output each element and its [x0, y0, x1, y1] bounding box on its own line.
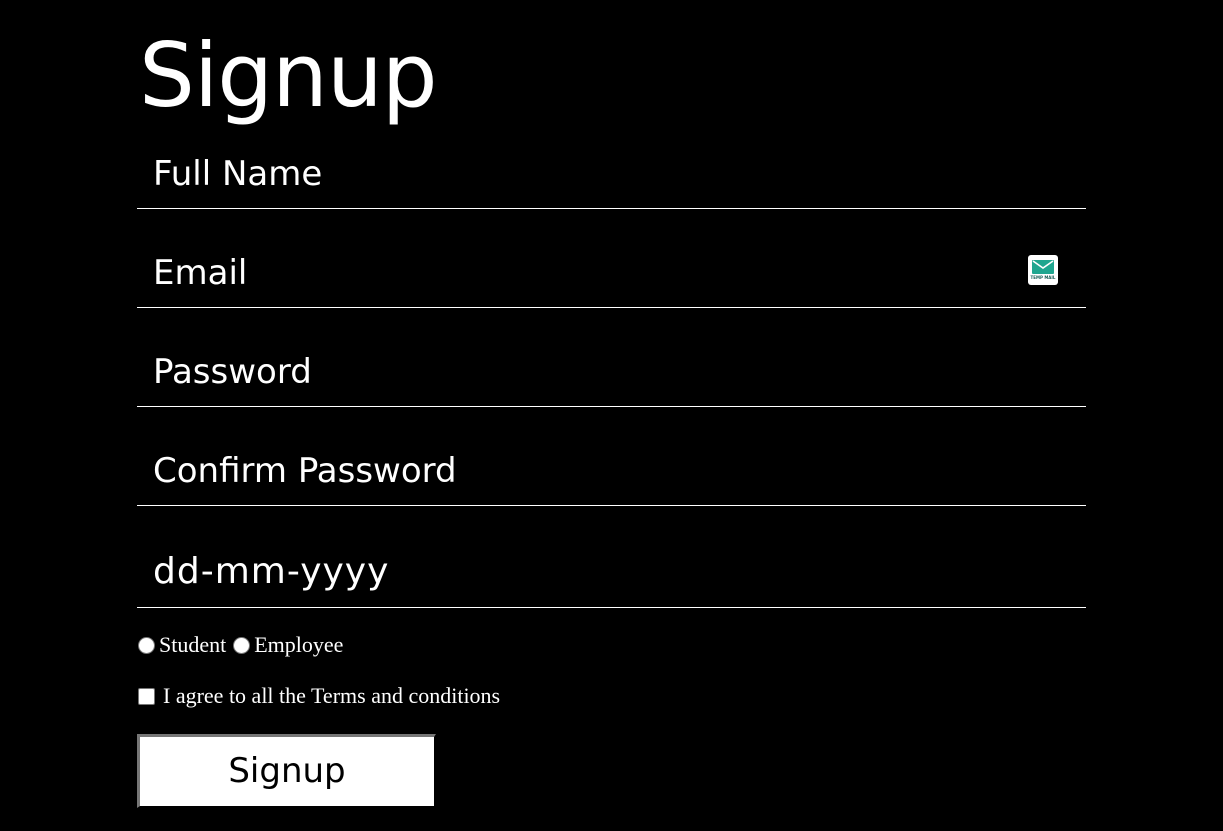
email-field: TEMP MAIL — [137, 238, 1086, 308]
date-input[interactable] — [137, 536, 1086, 607]
temp-mail-icon[interactable]: TEMP MAIL — [1028, 255, 1058, 285]
password-input[interactable] — [137, 337, 1086, 406]
terms-label[interactable]: I agree to all the Terms and conditions — [163, 683, 500, 709]
password-field — [137, 337, 1086, 407]
employee-radio-label[interactable]: Employee — [254, 632, 343, 658]
date-field — [137, 536, 1086, 608]
confirm-password-input[interactable] — [137, 436, 1086, 505]
full-name-input[interactable] — [137, 140, 1086, 208]
envelope-icon — [1032, 260, 1054, 274]
employee-radio[interactable] — [233, 636, 251, 654]
student-radio-label[interactable]: Student — [159, 632, 226, 658]
signup-button[interactable]: Signup — [137, 734, 436, 808]
email-input[interactable] — [137, 238, 1086, 307]
terms-checkbox[interactable] — [138, 687, 155, 705]
terms-agreement: I agree to all the Terms and conditions — [137, 682, 500, 710]
role-radio-group: Student Employee — [137, 630, 349, 660]
full-name-field — [137, 140, 1086, 209]
student-radio[interactable] — [138, 636, 155, 654]
temp-mail-icon-label: TEMP MAIL — [1030, 275, 1056, 280]
page-title: Signup — [139, 24, 438, 127]
confirm-password-field — [137, 436, 1086, 506]
